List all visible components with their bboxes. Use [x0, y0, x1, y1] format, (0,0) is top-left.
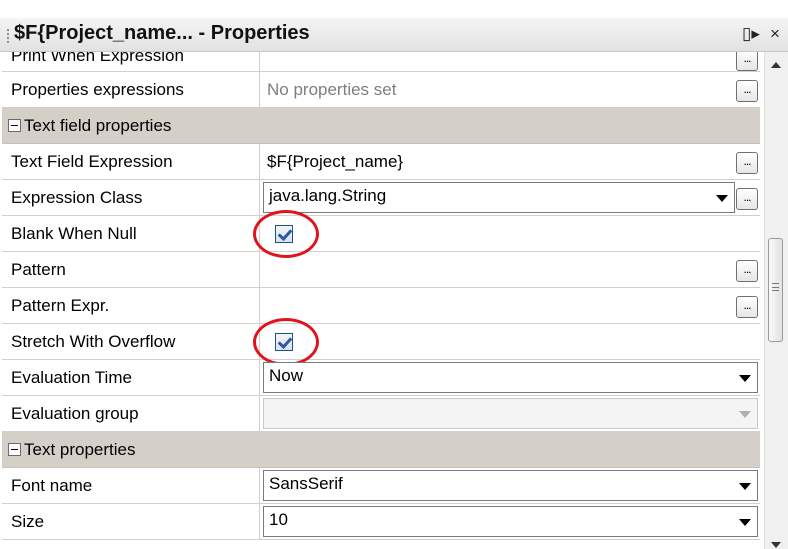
close-icon[interactable]: ×	[770, 24, 780, 44]
evaluation-time-select[interactable]: Now	[263, 362, 758, 393]
property-row-text-field-expression[interactable]: Text Field Expression $F{Project_name} .…	[2, 144, 760, 180]
window-title: $F{Project_name... - Properties	[14, 22, 310, 44]
selected-value: 10	[269, 510, 288, 529]
evaluation-group-select	[263, 398, 758, 429]
chevron-down-icon[interactable]	[739, 483, 751, 490]
property-name: Evaluation Time	[2, 360, 260, 395]
property-value[interactable]	[261, 324, 760, 359]
highlight-circle	[253, 210, 319, 258]
property-row-pattern-expr[interactable]: Pattern Expr. ...	[2, 288, 760, 324]
property-name: Blank When Null	[2, 216, 260, 251]
properties-title-bar[interactable]: $F{Project_name... - Properties ▯▸ ×	[0, 18, 788, 52]
property-value[interactable]	[261, 252, 760, 287]
section-text-field-properties[interactable]: Text field properties	[2, 108, 760, 144]
edit-properties-button[interactable]: ...	[736, 80, 758, 102]
property-value[interactable]: No properties set	[261, 72, 760, 107]
section-label: Text field properties	[24, 116, 172, 135]
property-row-pattern[interactable]: Pattern ...	[2, 252, 760, 288]
chevron-down-icon[interactable]	[716, 195, 728, 202]
highlight-circle	[253, 318, 319, 366]
property-row-size[interactable]: Size 10	[2, 504, 760, 540]
edit-pattern-expression-button[interactable]: ...	[736, 296, 758, 318]
property-row-properties-expressions[interactable]: Properties expressions No properties set…	[2, 72, 760, 108]
property-name: Pattern	[2, 252, 260, 287]
restore-window-icon[interactable]: ▯▸	[742, 24, 760, 44]
scroll-up-arrow-icon[interactable]	[771, 62, 781, 68]
font-name-select[interactable]: SansSerif	[263, 470, 758, 501]
scrollbar-thumb[interactable]	[768, 238, 783, 342]
property-value[interactable]: $F{Project_name}	[261, 144, 760, 179]
properties-window: $F{Project_name... - Properties ▯▸ × Pri…	[0, 0, 788, 549]
scroll-down-arrow-icon[interactable]	[771, 542, 781, 548]
property-row-expression-class[interactable]: Expression Class java.lang.String ...	[2, 180, 760, 216]
size-select[interactable]: 10	[263, 506, 758, 537]
property-value[interactable]	[261, 52, 760, 71]
edit-expression-button[interactable]: ...	[736, 52, 758, 71]
property-row-print-when-expression[interactable]: Print When Expression ...	[2, 52, 760, 72]
property-row-stretch-with-overflow[interactable]: Stretch With Overflow	[2, 318, 760, 366]
property-name: Font name	[2, 468, 260, 503]
collapse-toggle-icon[interactable]	[8, 119, 21, 132]
collapse-toggle-icon[interactable]	[8, 443, 21, 456]
chevron-down-icon[interactable]	[739, 519, 751, 526]
vertical-scrollbar[interactable]	[764, 52, 788, 549]
property-value[interactable]	[261, 288, 760, 323]
property-value[interactable]	[261, 216, 760, 251]
section-header: Text properties	[8, 432, 136, 468]
expression-class-select[interactable]: java.lang.String	[263, 182, 735, 213]
property-row-evaluation-time[interactable]: Evaluation Time Now	[2, 360, 760, 396]
section-text-properties[interactable]: Text properties	[2, 432, 760, 468]
drag-grip-icon[interactable]	[6, 28, 10, 44]
chevron-down-icon	[739, 411, 751, 418]
property-name: Properties expressions	[2, 72, 260, 107]
selected-value: Now	[269, 366, 304, 385]
grip-icon	[772, 283, 779, 291]
property-name: Evaluation group	[2, 396, 260, 431]
edit-pattern-button[interactable]: ...	[736, 260, 758, 282]
section-header: Text field properties	[8, 108, 171, 144]
property-name: Size	[2, 504, 260, 539]
property-name: Print When Expression	[2, 52, 260, 71]
section-label: Text properties	[24, 440, 136, 459]
property-name: Expression Class	[2, 180, 260, 215]
edit-expression-button[interactable]: ...	[736, 152, 758, 174]
property-sheet: Print When Expression ... Properties exp…	[2, 52, 760, 549]
property-row-blank-when-null[interactable]: Blank When Null	[2, 210, 760, 258]
selected-value: java.lang.String	[269, 186, 387, 205]
property-row-evaluation-group[interactable]: Evaluation group	[2, 396, 760, 432]
property-row-font-name[interactable]: Font name SansSerif	[2, 468, 760, 504]
property-name: Pattern Expr.	[2, 288, 260, 323]
property-name: Text Field Expression	[2, 144, 260, 179]
property-name: Stretch With Overflow	[2, 324, 260, 359]
chevron-down-icon[interactable]	[739, 375, 751, 382]
selected-value: SansSerif	[269, 474, 343, 493]
edit-class-button[interactable]: ...	[736, 188, 758, 210]
